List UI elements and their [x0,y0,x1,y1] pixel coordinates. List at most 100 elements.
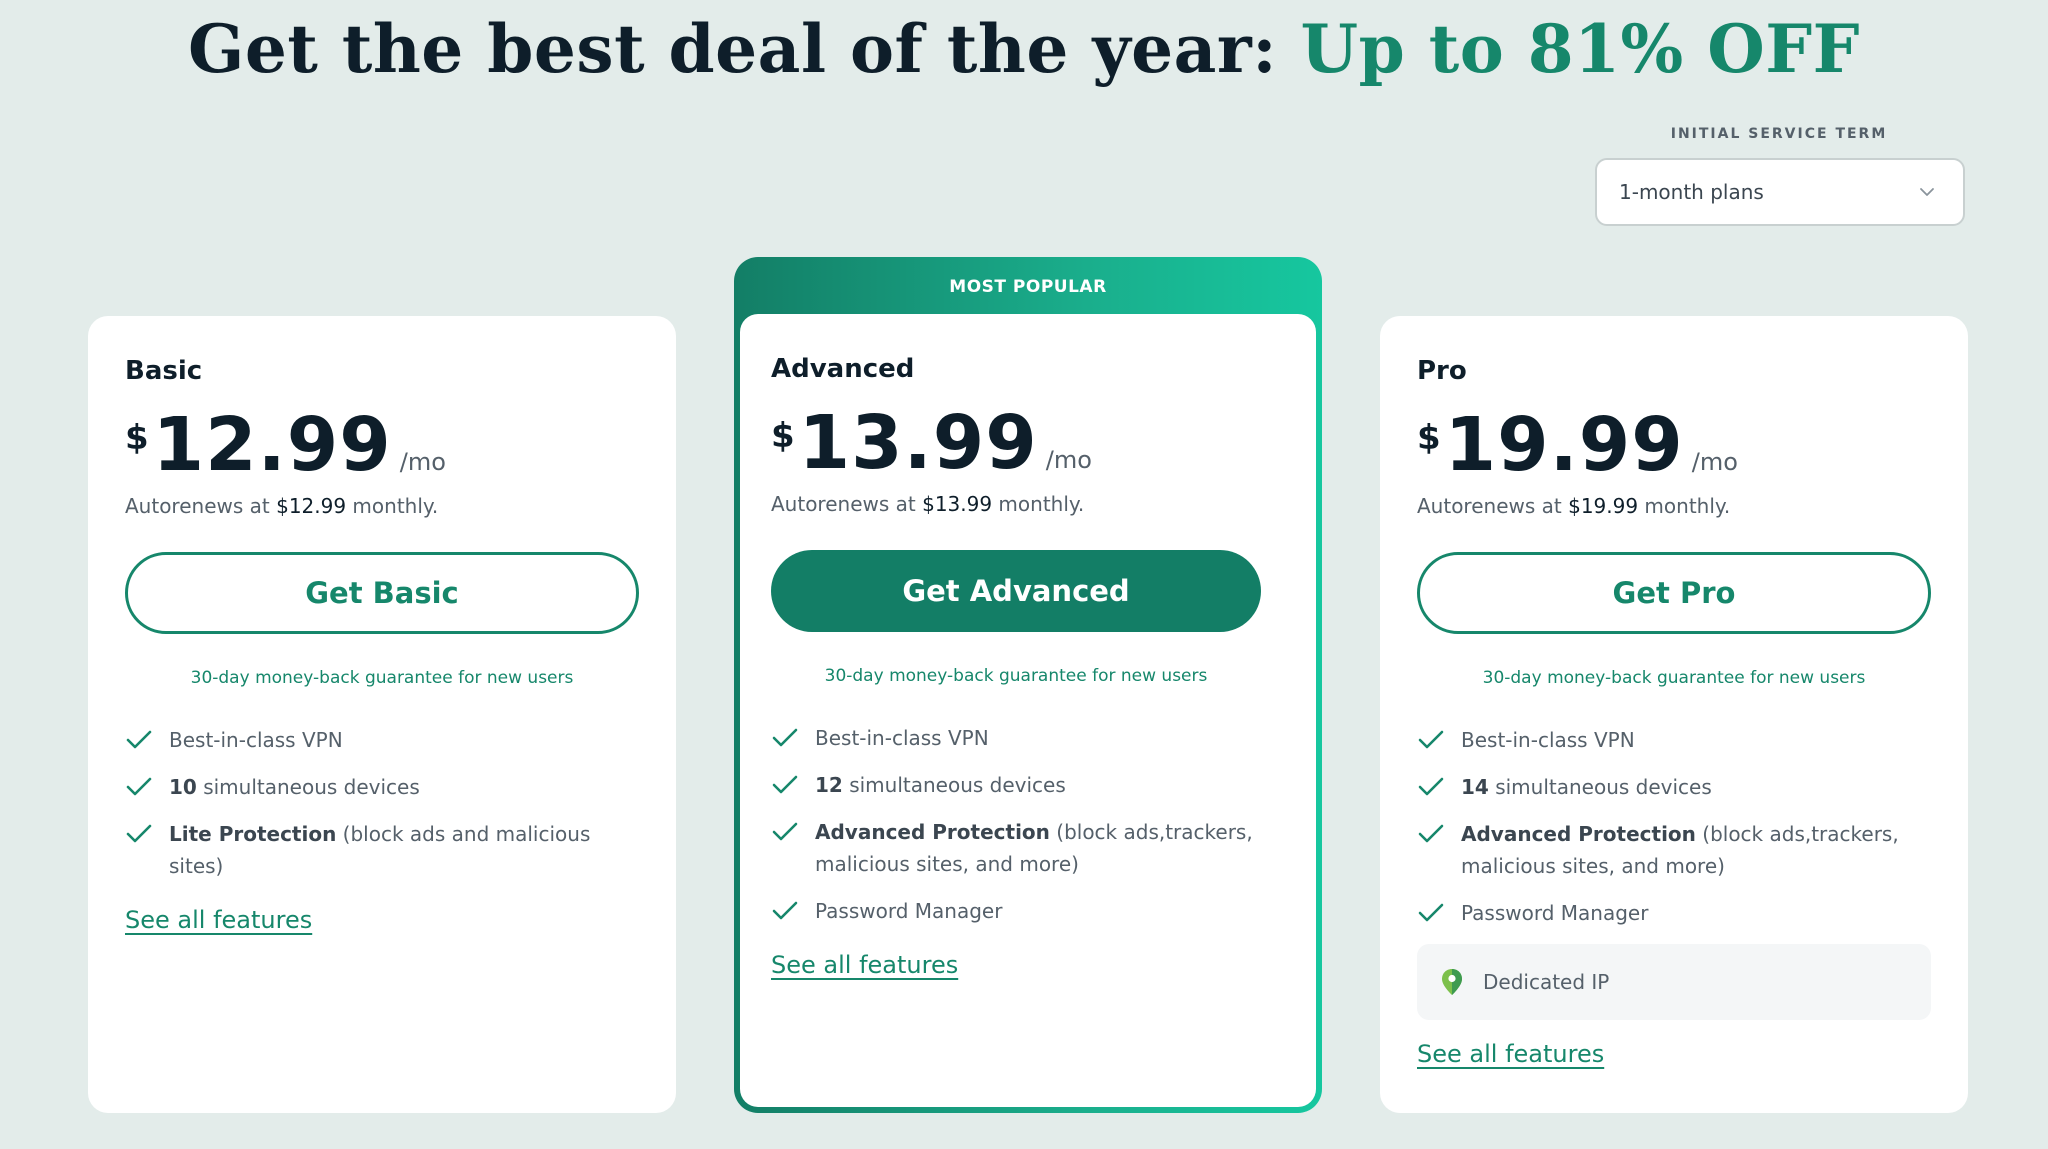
feature-item: 10 simultaneous devices [125,771,639,803]
feature-text: Password Manager [1461,897,1931,929]
feature-bold: Lite Protection [169,822,337,846]
feature-desc: Password Manager [1461,901,1649,925]
price-amount: 19.99 [1444,402,1684,488]
plan-name: Basic [125,356,203,386]
feature-bold: Advanced Protection [1461,822,1696,846]
check-icon [125,771,157,803]
chevron-down-icon [1920,188,1934,196]
see-all-features-link[interactable]: See all features [125,904,312,936]
price-currency: $ [125,418,149,458]
money-back-guarantee: 30-day money-back guarantee for new user… [1482,668,1866,688]
feature-item: Lite Protection (block ads and malicious… [125,818,639,882]
dedicated-ip-addon: Dedicated IP [1417,944,1931,1020]
page-title: Get the best deal of the year: Up to 81%… [0,10,2048,88]
feature-text: Best-in-class VPN [1461,724,1931,756]
plan-price: $ 12.99 /mo [125,404,446,482]
headline-accent: Up to 81% OFF [1300,10,1860,88]
price-period: /mo [1045,446,1092,474]
check-icon [771,895,803,927]
get-pro-button[interactable]: Get Pro [1417,552,1931,634]
check-icon [125,724,157,756]
feature-item: Password Manager [1417,897,1931,929]
renewal-suffix: monthly. [1638,494,1731,518]
dedicated-ip-item: Dedicated IP [1417,944,1931,1020]
service-term-value: 1-month plans [1619,180,1764,204]
feature-text: 10 simultaneous devices [169,771,639,803]
feature-item: Best-in-class VPN [771,722,1261,754]
get-advanced-button[interactable]: Get Advanced [771,550,1261,632]
feature-desc: Best-in-class VPN [1461,728,1635,752]
plan-card-advanced: MOST POPULAR Advanced $ 13.99 /mo Autore… [734,257,1322,1113]
price-currency: $ [1417,418,1441,458]
feature-text: Advanced Protection (block ads,trackers,… [1461,818,1931,882]
location-pin-icon [1442,969,1462,995]
feature-item: Best-in-class VPN [125,724,639,756]
feature-bold: 14 [1461,775,1489,799]
feature-text: Password Manager [815,895,1261,927]
feature-text: Advanced Protection (block ads,trackers,… [815,816,1261,880]
renewal-note: Autorenews at $13.99 monthly. [771,492,1084,516]
feature-item: Best-in-class VPN [1417,724,1931,756]
feature-desc: simultaneous devices [196,775,420,799]
renewal-price: $19.99 [1568,494,1639,518]
renewal-price: $12.99 [276,494,347,518]
price-period: /mo [399,448,446,476]
feature-text: Best-in-class VPN [815,722,1261,754]
check-icon [1417,818,1449,850]
plan-card-basic: Basic $ 12.99 /mo Autorenews at $12.99 m… [88,316,676,1113]
most-popular-badge: MOST POPULAR [949,277,1107,297]
check-icon [1417,724,1449,756]
headline-main: Get the best deal of the year: [188,10,1301,88]
renewal-note: Autorenews at $12.99 monthly. [125,494,438,518]
check-icon [1417,897,1449,929]
plan-name: Pro [1417,356,1467,386]
money-back-guarantee: 30-day money-back guarantee for new user… [824,666,1208,686]
service-term-select[interactable]: 1-month plans [1595,158,1965,226]
check-icon [1417,771,1449,803]
price-currency: $ [771,416,795,456]
price-amount: 12.99 [152,402,392,488]
see-all-features-link[interactable]: See all features [1417,1038,1604,1070]
feature-desc: Password Manager [815,899,1003,923]
renewal-prefix: Autorenews at [771,492,923,516]
plan-name: Advanced [771,354,915,384]
check-icon [771,816,803,848]
feature-list: Best-in-class VPN 14 simultaneous device… [1417,724,1931,1085]
check-icon [125,818,157,850]
feature-bold: 10 [169,775,197,799]
get-basic-button[interactable]: Get Basic [125,552,639,634]
renewal-note: Autorenews at $19.99 monthly. [1417,494,1730,518]
check-icon [771,769,803,801]
feature-item: Password Manager [771,895,1261,927]
feature-text: 14 simultaneous devices [1461,771,1931,803]
feature-bold: 12 [815,773,843,797]
money-back-guarantee: 30-day money-back guarantee for new user… [190,668,574,688]
feature-list: Best-in-class VPN 10 simultaneous device… [125,724,639,951]
feature-text: Best-in-class VPN [169,724,639,756]
plan-price: $ 13.99 /mo [771,402,1092,480]
feature-list: Best-in-class VPN 12 simultaneous device… [771,722,1261,996]
feature-desc: Best-in-class VPN [815,726,989,750]
feature-desc: simultaneous devices [842,773,1066,797]
see-all-features-link[interactable]: See all features [771,949,958,981]
feature-text: 12 simultaneous devices [815,769,1261,801]
dedicated-ip-label: Dedicated IP [1483,970,1610,994]
price-period: /mo [1691,448,1738,476]
plan-price: $ 19.99 /mo [1417,404,1738,482]
feature-item: 14 simultaneous devices [1417,771,1931,803]
feature-desc: simultaneous devices [1488,775,1712,799]
see-all-item: See all features [1417,1038,1931,1070]
renewal-prefix: Autorenews at [1417,494,1569,518]
see-all-item: See all features [771,949,1261,981]
feature-desc: Best-in-class VPN [169,728,343,752]
renewal-prefix: Autorenews at [125,494,277,518]
feature-text: Lite Protection (block ads and malicious… [169,818,639,882]
check-icon [771,722,803,754]
price-amount: 13.99 [798,400,1038,486]
feature-item: 12 simultaneous devices [771,769,1261,801]
feature-item: Advanced Protection (block ads,trackers,… [771,816,1261,880]
see-all-item: See all features [125,904,639,936]
plan-card-advanced-body: Advanced $ 13.99 /mo Autorenews at $13.9… [740,314,1316,1107]
renewal-suffix: monthly. [346,494,439,518]
renewal-price: $13.99 [922,492,993,516]
